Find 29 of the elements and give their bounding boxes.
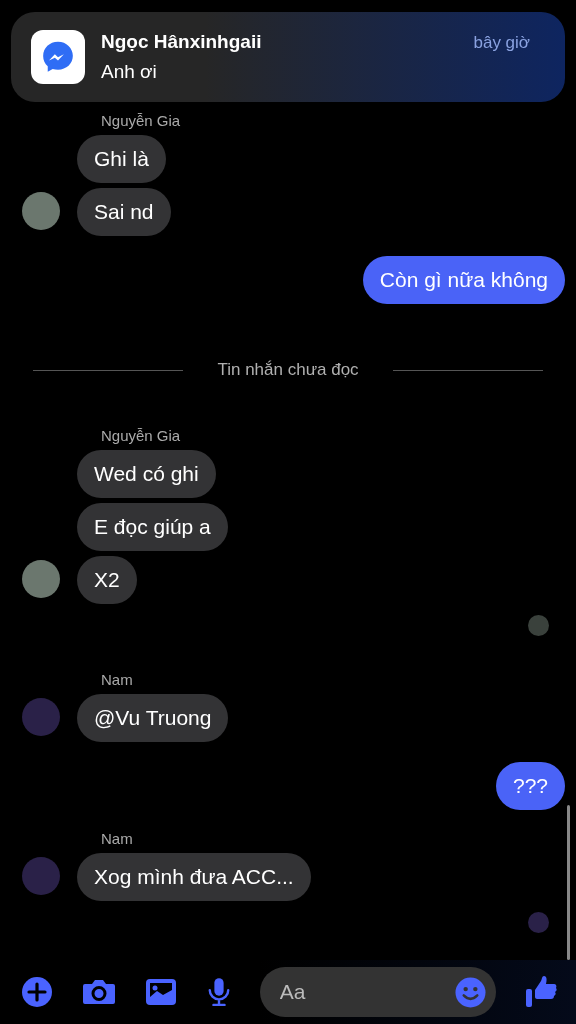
notification-banner[interactable]: Ngọc Hânxinhgaii Anh ơi bây giờ [11,12,565,102]
sender-name: Nguyễn Gia [101,112,182,129]
sender-name: Nam [101,671,134,688]
message-bubble[interactable]: X2 [77,556,137,604]
camera-icon[interactable] [82,978,117,1006]
plus-icon[interactable] [21,976,53,1008]
notification-time: bây giờ [473,33,530,53]
microphone-icon[interactable] [206,976,231,1008]
notification-message: Anh ơi [101,61,158,83]
emoji-icon[interactable] [454,977,486,1008]
sender-name: Nam [101,830,134,847]
image-icon[interactable] [145,978,178,1006]
avatar[interactable] [22,192,60,230]
message-bubble[interactable]: Còn gì nữa không [362,256,565,304]
message-bubble[interactable]: Xog mình đưa ACC... [77,853,311,901]
scrollbar[interactable] [567,805,570,960]
message-bubble[interactable]: Wed có ghi [77,450,216,498]
notification-title: Ngọc Hânxinhgaii [101,31,263,53]
sender-name: Nguyễn Gia [101,427,182,444]
avatar[interactable] [22,560,60,598]
message-bubble[interactable]: E đọc giúp a [77,503,228,551]
message-field[interactable]: Aa [259,967,496,1017]
unread-divider-label: Tin nhắn chưa đọc [217,360,359,380]
message-bubble[interactable]: Ghi là [77,135,166,183]
messenger-app-icon [31,30,85,84]
thumbs-up-icon[interactable] [524,975,557,1009]
message-bubble[interactable]: @Vu Truong [77,694,229,742]
message-bubble[interactable]: Sai nd [77,188,171,236]
message-bubble[interactable]: ??? [495,762,565,810]
